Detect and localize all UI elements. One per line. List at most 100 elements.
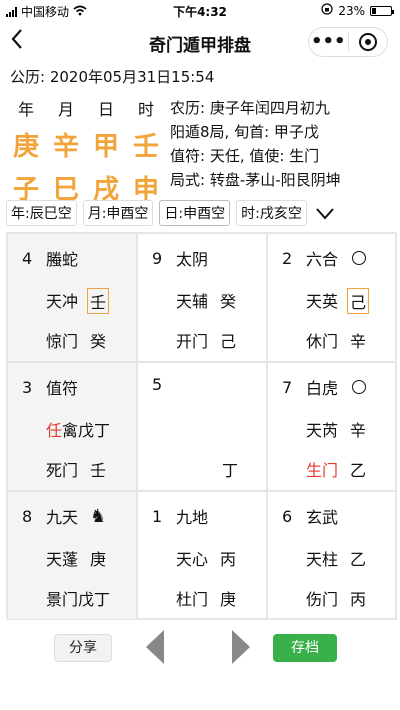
palace-3[interactable]: 3 值符 任禽戊丁 死门壬 — [7, 362, 137, 491]
mini-program-capsule: ••• — [308, 27, 388, 57]
circle-marker-icon — [352, 380, 367, 394]
save-button[interactable]: 存档 — [273, 634, 337, 662]
door-name: 死门 — [46, 461, 79, 480]
stem-year: 庚 — [12, 132, 39, 162]
pillar-head-hour: 时 — [137, 100, 154, 119]
pillar-head-month: 月 — [57, 100, 74, 119]
door-stem: 癸 — [90, 332, 107, 351]
pillar-stems: 庚 辛 甲 壬 — [6, 126, 166, 163]
void-day: 日:申酉空 — [159, 200, 231, 226]
battery-fill — [372, 7, 376, 14]
close-icon[interactable] — [348, 33, 387, 51]
palace-1[interactable]: 1 九地 天心丙 杜门庚 — [137, 491, 267, 620]
door-name: 景门戊丁 — [46, 590, 111, 609]
battery-percent: 23% — [338, 3, 365, 18]
star-stem: 壬 — [87, 288, 110, 314]
star-stem: 庚 — [90, 550, 107, 569]
rotation-lock-icon — [321, 3, 333, 18]
pillar-headers: 年 月 日 时 — [6, 96, 166, 120]
deity-name: 值符 — [46, 379, 79, 398]
next-arrow-icon[interactable] — [232, 630, 250, 664]
battery-icon — [370, 5, 394, 16]
door-name: 生门 — [306, 461, 339, 480]
star-stem: 辛 — [350, 421, 367, 440]
bottom-toolbar: 分享 存档 — [0, 628, 400, 668]
stem-day: 甲 — [92, 132, 119, 162]
ju-info: 阳遁8局, 旬首: 甲子戊 — [170, 123, 319, 141]
status-bar: 中国移动 下午4:32 23% — [0, 0, 400, 20]
door-stem: 辛 — [350, 332, 367, 351]
door-stem: 庚 — [220, 590, 237, 609]
palace-8[interactable]: 8 九天 ♞ 天蓬庚 景门戊丁 — [7, 491, 137, 620]
circle-marker-icon — [352, 251, 367, 265]
nine-palace-grid: 4 螣蛇 天冲壬 惊门癸 9 太阴 天辅癸 开门己 2 六合 天英己 休门辛 3 值符 … — [6, 232, 397, 620]
star-name: 天柱 — [306, 550, 339, 569]
star-stem: 癸 — [220, 292, 237, 311]
star-name: 天心 — [176, 550, 209, 569]
palace-4[interactable]: 4 螣蛇 天冲壬 惊门癸 — [7, 233, 137, 362]
palace-number: 4 — [22, 248, 33, 268]
star-stem: 乙 — [350, 550, 367, 569]
palace-number: 7 — [282, 377, 293, 397]
star-name: 禽戊丁 — [62, 421, 111, 440]
star-name: 天芮 — [306, 421, 339, 440]
void-year: 年:辰巳空 — [6, 200, 77, 226]
door-name: 休门 — [306, 332, 339, 351]
palace-number: 6 — [282, 506, 293, 526]
previous-arrow-icon[interactable] — [146, 630, 164, 664]
palace-6[interactable]: 6 玄武 天柱乙 伤门丙 — [267, 491, 397, 620]
palace-number: 8 — [22, 506, 33, 526]
star-name: 天蓬 — [46, 550, 79, 569]
status-right: 23% — [321, 3, 394, 18]
star-stem: 己 — [347, 288, 370, 314]
center-stem: 丁 — [222, 461, 239, 480]
door-stem: 乙 — [350, 461, 367, 480]
stem-hour: 壬 — [132, 132, 159, 162]
void-month: 月:申酉空 — [82, 200, 154, 226]
deity-name: 玄武 — [306, 508, 339, 527]
lunar-date: 农历: 庚子年闰四月初九 — [170, 99, 330, 117]
star-mark: 任 — [46, 421, 63, 440]
deity-name: 白虎 — [306, 379, 339, 398]
palace-9[interactable]: 9 太阴 天辅癸 开门己 — [137, 233, 267, 362]
door-name: 惊门 — [46, 332, 79, 351]
void-hour: 时:戌亥空 — [236, 200, 307, 226]
palace-5[interactable]: 5 丁 — [137, 362, 267, 491]
stem-month: 辛 — [52, 132, 79, 162]
share-button[interactable]: 分享 — [54, 634, 112, 662]
deity-name: 螣蛇 — [46, 250, 79, 269]
palace-number: 9 — [152, 248, 163, 268]
deity-name: 九地 — [176, 508, 209, 527]
pillar-head-year: 年 — [17, 100, 34, 119]
void-tags: 年:辰巳空 月:申酉空 日:申酉空 时:戌亥空 — [6, 200, 335, 226]
star-name: 天英 — [306, 292, 339, 311]
gregorian-date: 公历: 2020年05月31日15:54 — [10, 68, 215, 86]
chart-details: 农历: 庚子年闰四月初九 阳遁8局, 旬首: 甲子戊 值符: 天任, 值使: 生… — [170, 96, 341, 192]
star-stem: 丙 — [220, 550, 237, 569]
door-stem: 壬 — [90, 461, 107, 480]
chevron-down-icon[interactable] — [315, 203, 335, 223]
door-name: 开门 — [176, 332, 209, 351]
four-pillars: 年 月 日 时 庚 辛 甲 壬 子 巳 戌 申 — [6, 96, 166, 206]
palace-number: 2 — [282, 248, 293, 268]
door-name: 伤门 — [306, 590, 339, 609]
star-name: 天冲 — [46, 292, 79, 311]
palace-2[interactable]: 2 六合 天英己 休门辛 — [267, 233, 397, 362]
layout-method: 局式: 转盘-茅山-阳艮阴坤 — [170, 171, 341, 189]
palace-number: 3 — [22, 377, 33, 397]
deity-name: 太阴 — [176, 250, 209, 269]
door-name: 杜门 — [176, 590, 209, 609]
door-stem: 己 — [220, 332, 237, 351]
palace-7[interactable]: 7 白虎 天芮辛 生门乙 — [267, 362, 397, 491]
pillar-head-day: 日 — [97, 100, 114, 119]
more-icon[interactable]: ••• — [309, 31, 348, 53]
star-name: 天辅 — [176, 292, 209, 311]
horse-icon: ♞ — [90, 505, 107, 527]
zhifu-info: 值符: 天任, 值使: 生门 — [170, 147, 320, 165]
palace-number: 1 — [152, 506, 163, 526]
door-stem: 丙 — [350, 590, 367, 609]
nav-bar: 奇门遁甲排盘 ••• — [0, 20, 400, 62]
deity-name: 六合 — [306, 250, 339, 269]
deity-name: 九天 — [46, 508, 79, 527]
palace-number: 5 — [152, 375, 163, 394]
